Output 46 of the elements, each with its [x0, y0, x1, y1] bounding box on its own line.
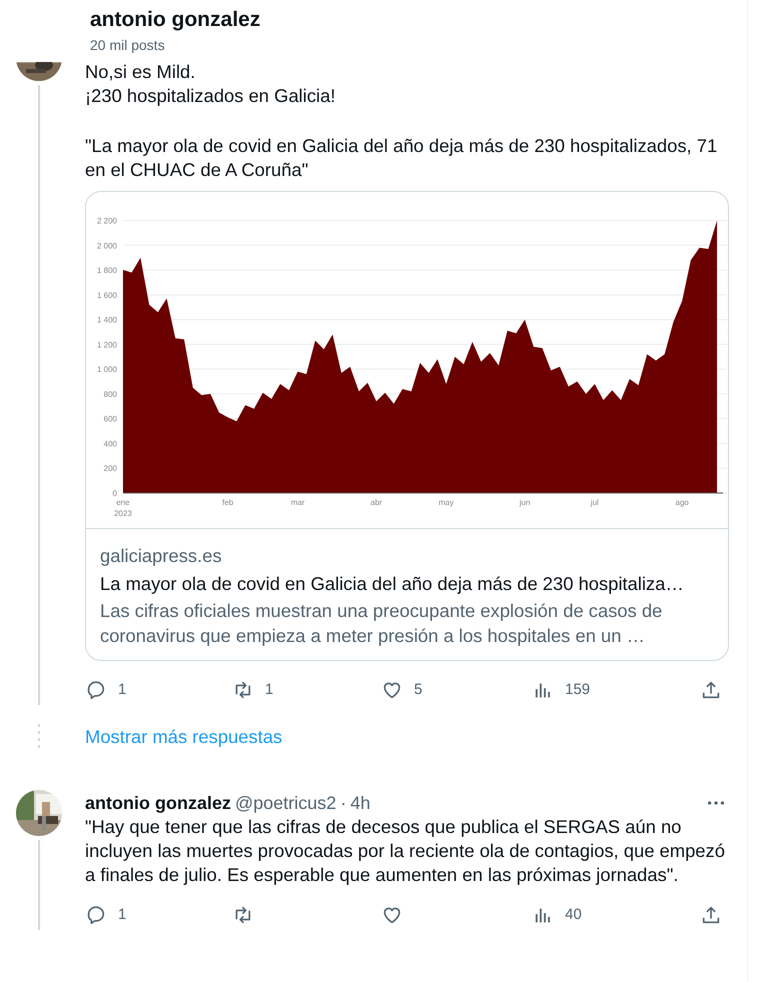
link-card[interactable] [85, 191, 729, 661]
speech-bubble-icon [85, 679, 107, 701]
x-tick-label: may [438, 498, 454, 507]
x-tick-label: mar [290, 498, 305, 507]
share-icon [700, 904, 722, 926]
views-button[interactable]: 159 [532, 679, 590, 701]
post-text: ¡230 hospitalizados en Galicia! [85, 84, 336, 108]
x-tick-label: jul [590, 498, 599, 507]
y-tick-label: 200 [104, 464, 117, 474]
profile-name: antonio gonzalez [90, 7, 262, 33]
y-tick-label: 2 000 [96, 241, 117, 250]
y-tick-label: 800 [104, 390, 117, 399]
author-handle[interactable]: @poetricus2 [235, 792, 336, 814]
reply-button[interactable]: 1 [85, 679, 126, 701]
share-icon [700, 679, 722, 701]
y-tick-label: 1 800 [96, 266, 117, 276]
y-tick-label: 1 600 [96, 290, 117, 300]
like-button[interactable]: 5 [381, 679, 422, 701]
post-time[interactable]: 4h [350, 792, 370, 814]
y-tick-label: 400 [104, 439, 117, 448]
x-tick-label: ene 2023 [114, 498, 132, 518]
y-tick-label: 1 200 [96, 340, 117, 350]
share-button[interactable] [700, 679, 722, 701]
x-tick-label: feb [222, 498, 234, 507]
y-tick-label: 1 000 [96, 365, 117, 374]
y-tick-label: 1 400 [96, 316, 117, 325]
y-tick-label: 600 [104, 414, 117, 424]
share-button[interactable] [700, 904, 722, 926]
y-tick-label: 0 [112, 489, 117, 498]
link-description: Las cifras oficiales muestran una preocupante explosión de casos de coronavirus que empieza a meter presión a los hospitales en un … [100, 599, 664, 648]
x-tick-label: ago [675, 498, 689, 507]
x-tick-label: abr [370, 498, 382, 507]
separator-dot: · [340, 792, 346, 814]
repost-button[interactable]: 1 [232, 679, 274, 701]
views-button[interactable]: 40 [532, 904, 582, 926]
reply-button[interactable]: 1 [85, 904, 126, 926]
link-title: La mayor ola de covid en Galicia del año deja más de 230 hospitaliza… [100, 572, 685, 596]
post-text: No,si es Mild. [85, 60, 196, 84]
link-domain: galiciapress.es [100, 544, 223, 568]
y-tick-label: 2 200 [96, 216, 117, 226]
author-name[interactable]: antonio gonzalez [85, 792, 231, 814]
post-text: "Hay que tener que las cifras de decesos que publica el SERGAS aún no incluyen las muertes provocadas por la reciente ola de contagios, que empezó a finales de julio. Es esperable que aumenten en las próximas jornadas". [85, 815, 726, 887]
post-text: "La mayor ola de covid en Galicia del año deja más de 230 hospitalizados, 71 en el CHUAC de A Coruña" [85, 134, 718, 182]
post-count: 20 mil posts [90, 36, 166, 54]
speech-bubble-icon [85, 904, 107, 926]
x-tick-label: jun [519, 498, 530, 507]
